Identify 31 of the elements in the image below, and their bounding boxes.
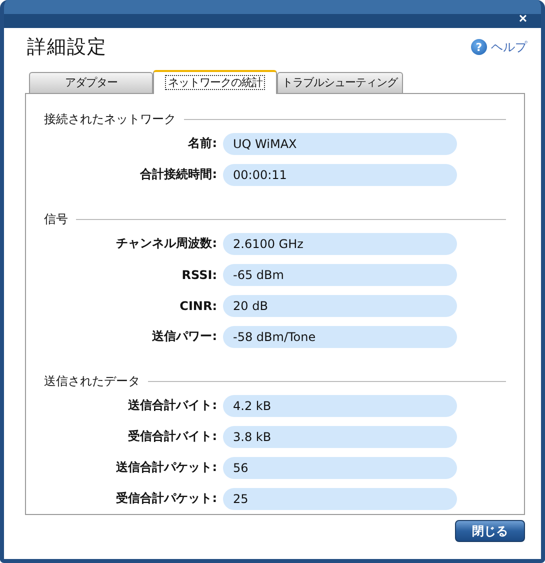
value-field: 4.2 kB [223,394,457,416]
value-field: -65 dBm [223,264,457,286]
section-title: 送信されたデータ [44,372,140,390]
tab[interactable]: トラブルシューティング [277,72,402,93]
tab[interactable]: ネットワークの統計 [153,70,277,94]
help-icon: ? [471,39,487,55]
section-title: 接続されたネットワーク [44,110,176,128]
value-field: 56 [223,456,457,478]
close-dialog-button[interactable]: 閉じる [455,520,525,542]
section-title: 信号 [44,210,68,228]
field-label: 受信合計バイト: [127,428,218,445]
tab[interactable]: アダプター [29,72,153,93]
field-label: 合計接続時間: [139,166,218,183]
value-field: 2.6100 GHz [223,232,457,254]
field-label: チャンネル周波数: [115,235,218,252]
value-field: 3.8 kB [223,426,457,448]
field-label: 送信合計パケット: [115,459,218,476]
field-label: 名前: [186,135,218,152]
dialog-title: 詳細設定 [27,35,107,60]
value-field: 20 dB [223,294,457,316]
field-label: CINR: [178,298,218,312]
value-field: 25 [223,488,457,510]
field-label: 受信合計パケット: [115,490,218,507]
field-label: RSSI: [180,268,218,282]
help-link[interactable]: ? ヘルプ [471,38,527,56]
value-field: -58 dBm/Tone [223,326,457,348]
field-label: 送信合計バイト: [127,397,218,414]
close-button[interactable]: × [514,10,531,26]
value-field: UQ WiMAX [223,132,457,154]
field-label: 送信パワー: [151,328,218,345]
value-field: 00:00:11 [223,164,457,186]
